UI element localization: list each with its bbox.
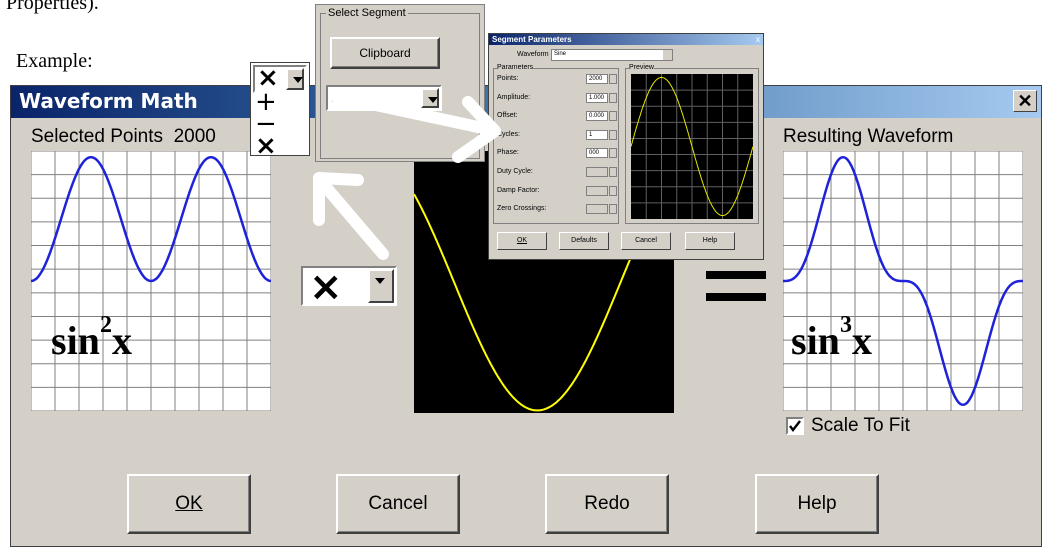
callout-arrows bbox=[313, 90, 501, 260]
arrow-up-left-shaft bbox=[319, 180, 389, 260]
